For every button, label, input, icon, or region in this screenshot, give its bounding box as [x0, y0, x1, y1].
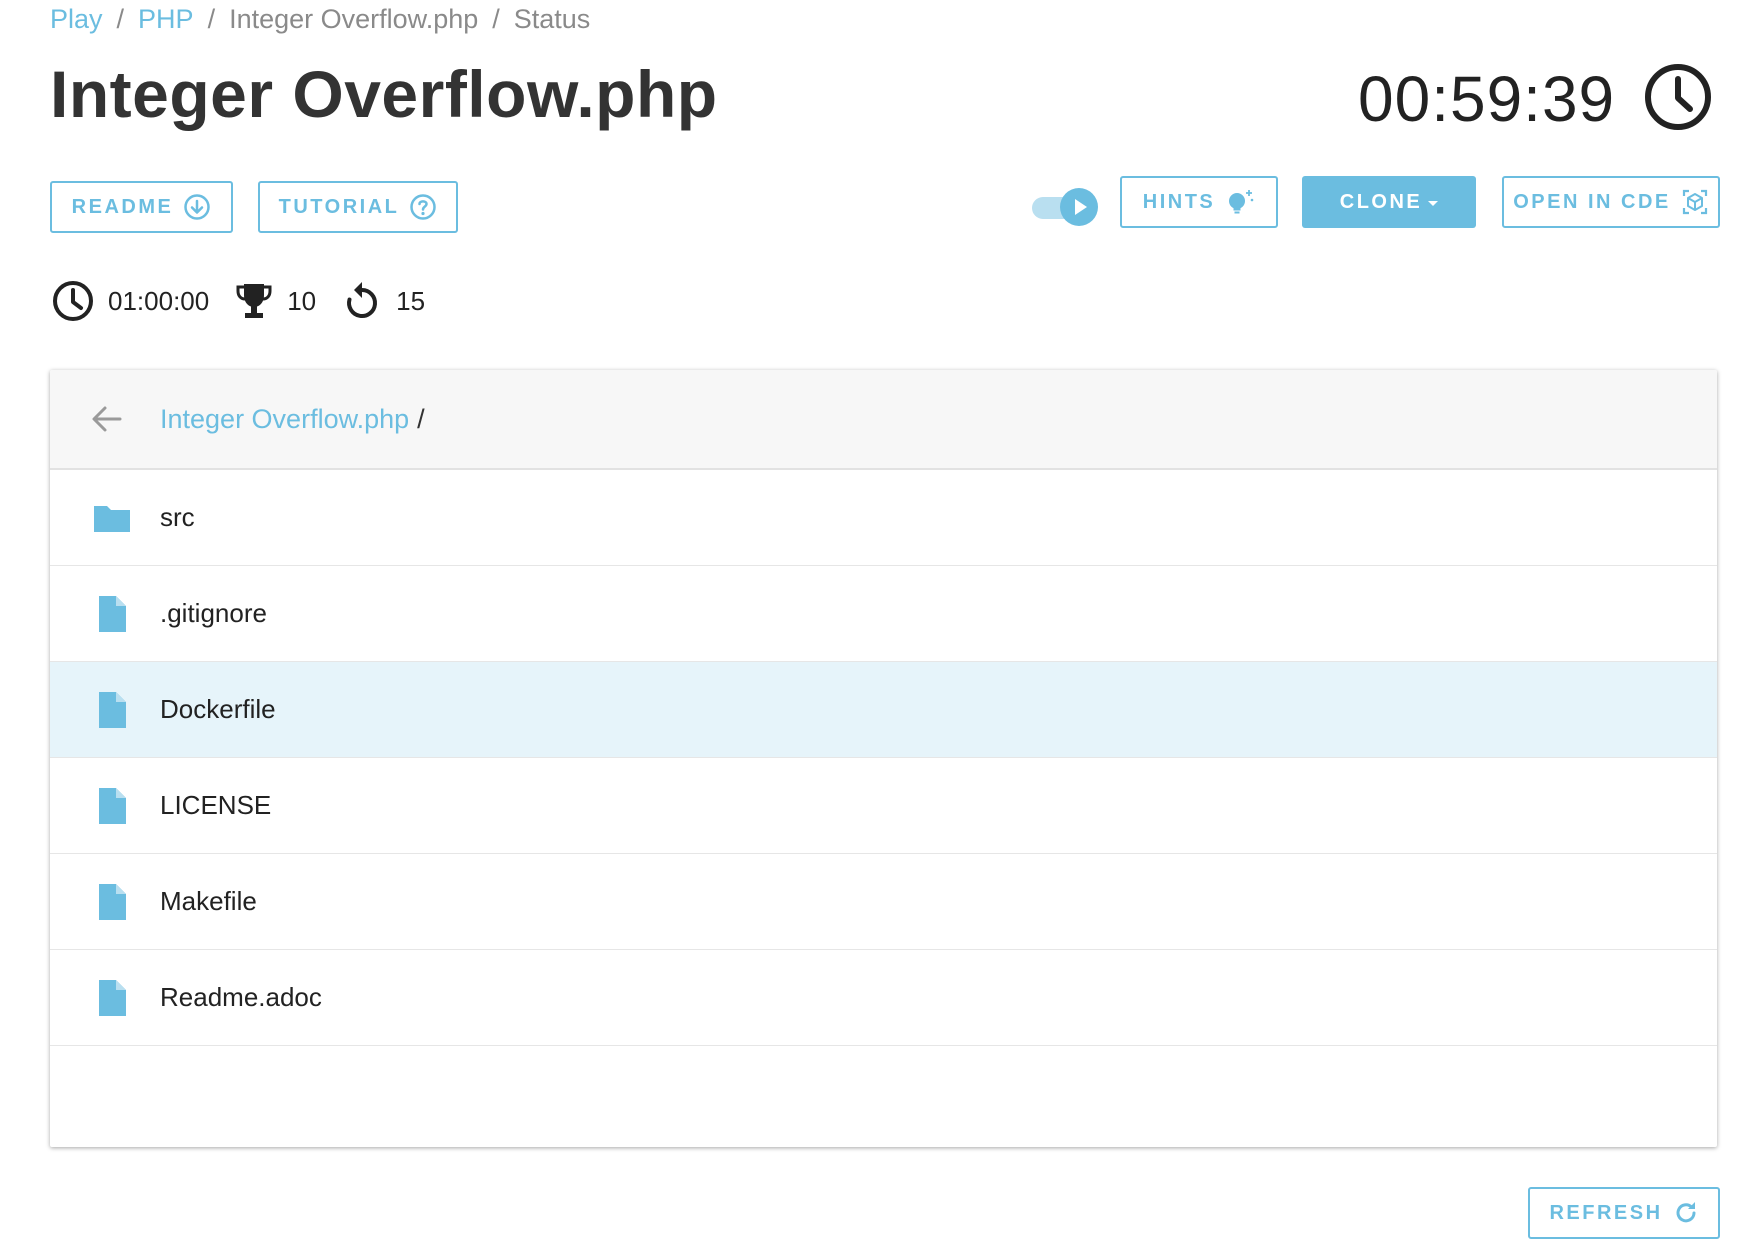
attempts-stat: 15 [342, 280, 425, 322]
time-limit-stat: 01:00:00 [52, 280, 209, 322]
clock-icon [1645, 64, 1711, 130]
refresh-icon [1676, 1202, 1696, 1223]
challenge-stats: 01:00:00 10 15 [52, 280, 451, 322]
download-circle-icon [184, 194, 211, 220]
play-icon [1075, 199, 1087, 215]
breadcrumb-challenge: Integer Overflow.php [229, 4, 479, 34]
open-in-cde-button[interactable]: OPEN IN CDE [1502, 176, 1720, 228]
toggle-knob [1060, 188, 1098, 226]
tutorial-label: TUTORIAL [278, 195, 400, 218]
file-row-makefile[interactable]: Makefile [50, 854, 1717, 950]
countdown-timer: 00:59:39 [1358, 63, 1616, 135]
folder-icon [94, 505, 130, 532]
file-name: Dockerfile [160, 694, 276, 724]
file-browser-header: Integer Overflow.php / [50, 370, 1717, 470]
readme-label: README [71, 195, 174, 218]
hints-button[interactable]: HINTS [1120, 176, 1278, 228]
autoplay-toggle[interactable] [1032, 188, 1098, 226]
breadcrumb-separator: / [207, 4, 216, 34]
refresh-label: REFRESH [1549, 1201, 1663, 1224]
file-name: Readme.adoc [160, 982, 322, 1012]
file-browser: Integer Overflow.php / src .gitignore Do… [50, 370, 1717, 1147]
refresh-button[interactable]: REFRESH [1528, 1187, 1720, 1239]
clone-label: CLONE [1339, 190, 1423, 213]
breadcrumb-play[interactable]: Play [50, 4, 103, 35]
file-row-dockerfile[interactable]: Dockerfile [50, 662, 1717, 758]
hints-label: HINTS [1142, 190, 1216, 213]
file-icon [99, 691, 126, 728]
readme-button[interactable]: README [50, 181, 233, 233]
help-circle-icon [410, 194, 437, 220]
lightbulb-icon [1229, 190, 1254, 214]
file-name: .gitignore [160, 598, 267, 628]
retry-icon [347, 282, 378, 318]
file-icon [99, 787, 126, 824]
file-icon [99, 595, 126, 632]
clone-button[interactable]: CLONE [1302, 176, 1476, 228]
cube-icon [1682, 189, 1707, 215]
file-path-separator: / [417, 403, 425, 434]
file-path-link[interactable]: Integer Overflow.php [160, 404, 409, 435]
time-limit-value: 01:00:00 [108, 285, 210, 316]
breadcrumb-separator: / [492, 4, 500, 34]
file-name: Makefile [160, 886, 257, 916]
breadcrumb-separator: / [116, 4, 125, 34]
file-name: src [160, 502, 195, 532]
caret-down-icon [1428, 200, 1439, 206]
file-icon [99, 883, 126, 920]
breadcrumb-status: Status [513, 4, 591, 34]
open-in-cde-label: OPEN IN CDE [1513, 190, 1671, 213]
file-name: LICENSE [160, 790, 272, 820]
file-icon [99, 979, 126, 1016]
clock-icon [53, 281, 93, 321]
points-value: 10 [287, 285, 317, 316]
breadcrumb: Play / PHP / Integer Overflow.php / Stat… [50, 4, 590, 35]
file-row-readme[interactable]: Readme.adoc [50, 950, 1717, 1046]
trophy-icon [236, 284, 272, 318]
breadcrumb-php[interactable]: PHP [138, 4, 194, 35]
back-arrow-icon[interactable] [90, 402, 124, 436]
file-row-gitignore[interactable]: .gitignore [50, 566, 1717, 662]
file-row-license[interactable]: LICENSE [50, 758, 1717, 854]
tutorial-button[interactable]: TUTORIAL [258, 181, 458, 233]
page-title: Integer Overflow.php [50, 57, 718, 131]
points-stat: 10 [235, 281, 316, 321]
attempts-value: 15 [396, 285, 426, 316]
file-row-src[interactable]: src [50, 470, 1717, 566]
